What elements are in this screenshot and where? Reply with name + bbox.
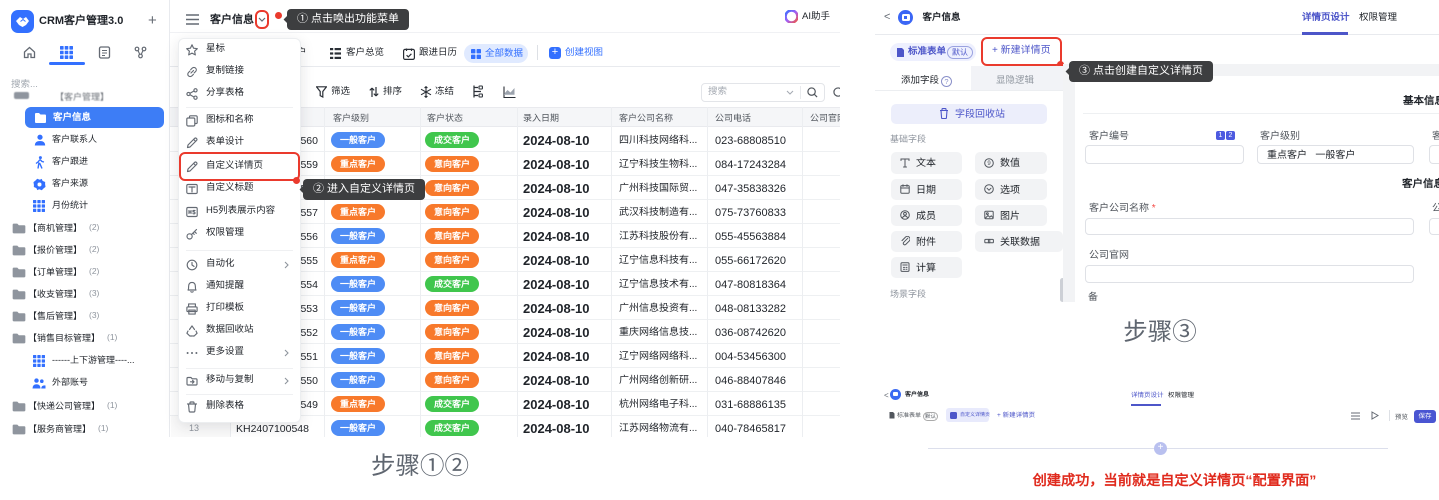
svg-text:9: 9	[987, 161, 991, 167]
svg-text:?: ?	[944, 77, 948, 86]
